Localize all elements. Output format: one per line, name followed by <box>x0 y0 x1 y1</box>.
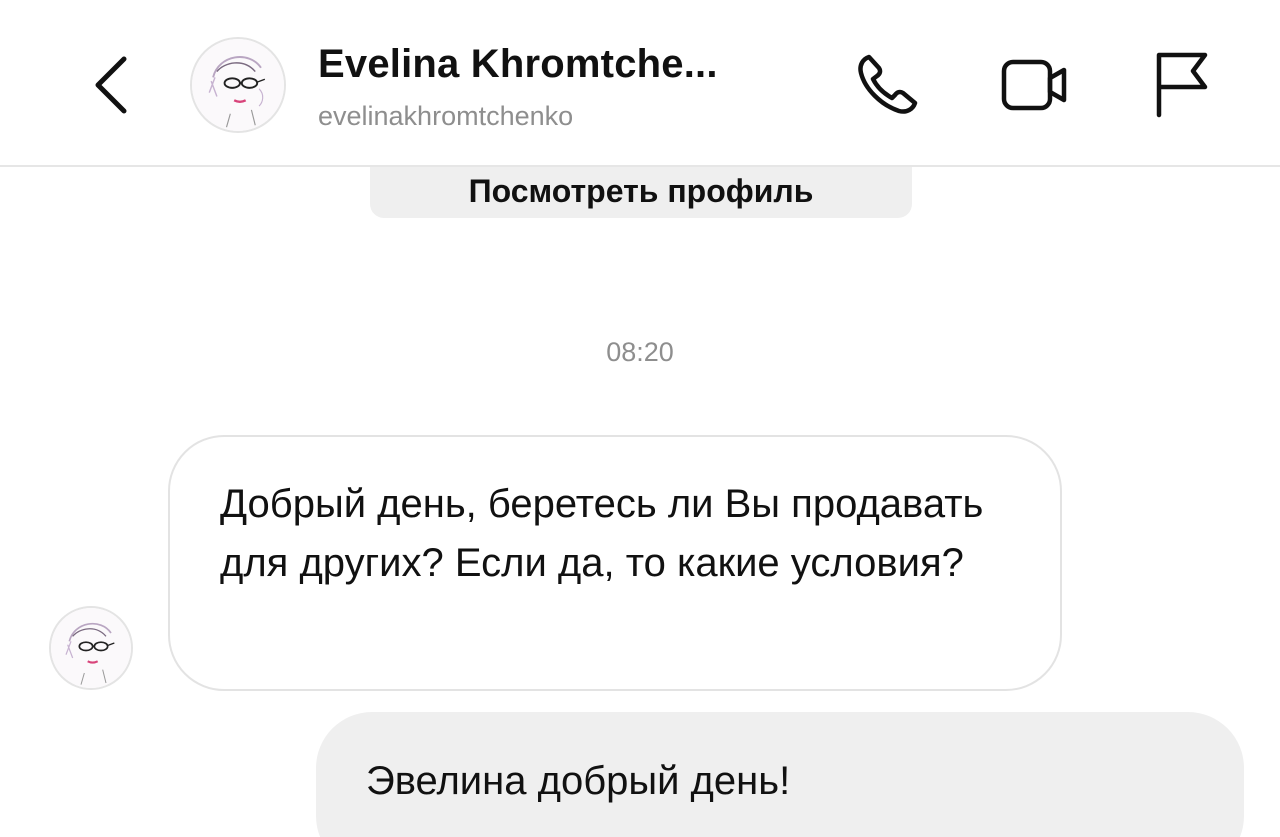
flag-icon <box>1156 52 1208 118</box>
sender-avatar[interactable] <box>49 606 133 690</box>
incoming-message-text: Добрый день, беретесь ли Вы продавать дл… <box>220 482 984 585</box>
video-camera-icon <box>1001 59 1067 111</box>
incoming-message-bubble[interactable]: Добрый день, беретесь ли Вы продавать дл… <box>168 435 1062 691</box>
outgoing-message-text: Эвелина добрый день! <box>366 759 791 803</box>
report-button[interactable] <box>1145 48 1217 120</box>
message-timestamp: 08:20 <box>606 337 674 367</box>
contact-name: Evelina Khromtche... <box>318 42 718 86</box>
video-call-button[interactable] <box>1000 48 1072 120</box>
avatar-illustration <box>192 39 284 131</box>
outgoing-message-bubble[interactable]: Эвелина добрый день! <box>316 712 1244 837</box>
contact-title-block[interactable]: Evelina Khromtche... evelinakhromtchenko <box>318 40 718 134</box>
chevron-left-icon <box>95 56 127 114</box>
phone-icon <box>858 54 918 114</box>
back-button[interactable] <box>80 50 140 120</box>
direct-message-screen: Evelina Khromtche... evelinakhromtchenko… <box>0 0 1280 837</box>
audio-call-button[interactable] <box>852 48 924 120</box>
avatar-illustration <box>51 608 131 688</box>
contact-username: evelinakhromtchenko <box>318 101 574 131</box>
contact-avatar[interactable] <box>190 37 286 133</box>
chat-header: Evelina Khromtche... evelinakhromtchenko <box>0 0 1280 167</box>
